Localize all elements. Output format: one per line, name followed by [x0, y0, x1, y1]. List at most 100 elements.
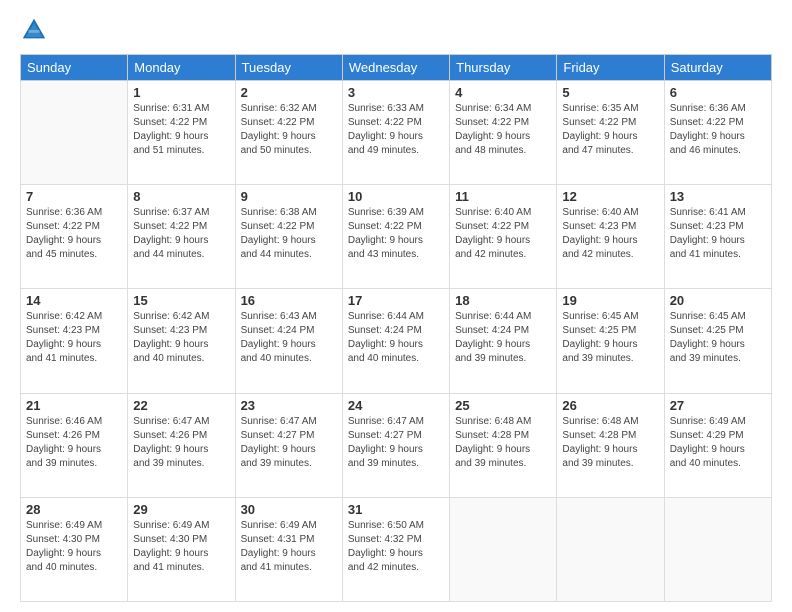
- calendar-cell-week4-day3: 23 Sunrise: 6:47 AM Sunset: 4:27 PM Dayli…: [235, 393, 342, 497]
- day-info: Sunrise: 6:42 AM Sunset: 4:23 PM Dayligh…: [26, 310, 122, 366]
- day-info: Sunrise: 6:35 AM Sunset: 4:22 PM Dayligh…: [562, 102, 658, 158]
- day-number: 28: [26, 502, 122, 517]
- page: SundayMondayTuesdayWednesdayThursdayFrid…: [0, 0, 792, 612]
- calendar-week-2: 7Sunrise: 6:36 AM Sunset: 4:22 PM Daylig…: [21, 185, 772, 289]
- calendar-cell-week3-day5: 18 Sunrise: 6:44 AM Sunset: 4:24 PM Dayli…: [450, 289, 557, 393]
- calendar-cell-week4-day6: 26 Sunrise: 6:48 AM Sunset: 4:28 PM Dayli…: [557, 393, 664, 497]
- day-info: Sunrise: 6:49 AM Sunset: 4:29 PM Dayligh…: [670, 415, 766, 471]
- day-number: 6: [670, 85, 766, 100]
- day-number: 20: [670, 293, 766, 308]
- day-info: Sunrise: 6:49 AM Sunset: 4:30 PM Dayligh…: [26, 519, 122, 575]
- day-number: 1: [133, 85, 229, 100]
- day-info: Sunrise: 6:48 AM Sunset: 4:28 PM Dayligh…: [562, 415, 658, 471]
- day-info: Sunrise: 6:48 AM Sunset: 4:28 PM Dayligh…: [455, 415, 551, 471]
- calendar-header-row: SundayMondayTuesdayWednesdayThursdayFrid…: [21, 55, 772, 81]
- calendar-cell-week3-day3: 16 Sunrise: 6:43 AM Sunset: 4:24 PM Dayli…: [235, 289, 342, 393]
- day-number: 2: [241, 85, 337, 100]
- day-info: Sunrise: 6:32 AM Sunset: 4:22 PM Dayligh…: [241, 102, 337, 158]
- calendar-header-thursday: Thursday: [450, 55, 557, 81]
- calendar-cell-week5-day6: [557, 497, 664, 601]
- day-number: 15: [133, 293, 229, 308]
- calendar-cell-week3-day6: 19 Sunrise: 6:45 AM Sunset: 4:25 PM Dayli…: [557, 289, 664, 393]
- day-info: Sunrise: 6:42 AM Sunset: 4:23 PM Dayligh…: [133, 310, 229, 366]
- day-info: Sunrise: 6:43 AM Sunset: 4:24 PM Dayligh…: [241, 310, 337, 366]
- calendar-cell-week3-day7: 20 Sunrise: 6:45 AM Sunset: 4:25 PM Dayli…: [664, 289, 771, 393]
- calendar-cell-week1-day6: 5 Sunrise: 6:35 AM Sunset: 4:22 PM Daylig…: [557, 81, 664, 185]
- day-number: 11: [455, 189, 551, 204]
- day-number: 12: [562, 189, 658, 204]
- day-info: Sunrise: 6:49 AM Sunset: 4:31 PM Dayligh…: [241, 519, 337, 575]
- calendar-cell-week2-day1: 7Sunrise: 6:36 AM Sunset: 4:22 PM Daylig…: [21, 185, 128, 289]
- day-info: Sunrise: 6:31 AM Sunset: 4:22 PM Dayligh…: [133, 102, 229, 158]
- day-number: 18: [455, 293, 551, 308]
- day-info: Sunrise: 6:36 AM Sunset: 4:22 PM Dayligh…: [670, 102, 766, 158]
- day-info: Sunrise: 6:47 AM Sunset: 4:27 PM Dayligh…: [241, 415, 337, 471]
- day-number: 19: [562, 293, 658, 308]
- calendar-cell-week5-day3: 30 Sunrise: 6:49 AM Sunset: 4:31 PM Dayli…: [235, 497, 342, 601]
- day-number: 23: [241, 398, 337, 413]
- calendar-table: SundayMondayTuesdayWednesdayThursdayFrid…: [20, 54, 772, 602]
- day-info: Sunrise: 6:38 AM Sunset: 4:22 PM Dayligh…: [241, 206, 337, 262]
- day-number: 30: [241, 502, 337, 517]
- calendar-cell-week4-day7: 27 Sunrise: 6:49 AM Sunset: 4:29 PM Dayli…: [664, 393, 771, 497]
- day-number: 7: [26, 189, 122, 204]
- calendar-cell-week1-day5: 4Sunrise: 6:34 AM Sunset: 4:22 PM Daylig…: [450, 81, 557, 185]
- day-info: Sunrise: 6:45 AM Sunset: 4:25 PM Dayligh…: [562, 310, 658, 366]
- calendar-cell-week2-day4: 10Sunrise: 6:39 AM Sunset: 4:22 PM Dayli…: [342, 185, 449, 289]
- day-info: Sunrise: 6:49 AM Sunset: 4:30 PM Dayligh…: [133, 519, 229, 575]
- day-info: Sunrise: 6:45 AM Sunset: 4:25 PM Dayligh…: [670, 310, 766, 366]
- calendar-header-monday: Monday: [128, 55, 235, 81]
- day-number: 26: [562, 398, 658, 413]
- calendar-header-wednesday: Wednesday: [342, 55, 449, 81]
- day-info: Sunrise: 6:37 AM Sunset: 4:22 PM Dayligh…: [133, 206, 229, 262]
- header: [20, 16, 772, 44]
- logo: [20, 16, 50, 44]
- calendar-header-tuesday: Tuesday: [235, 55, 342, 81]
- day-info: Sunrise: 6:47 AM Sunset: 4:27 PM Dayligh…: [348, 415, 444, 471]
- day-number: 3: [348, 85, 444, 100]
- calendar-cell-week4-day4: 24 Sunrise: 6:47 AM Sunset: 4:27 PM Dayli…: [342, 393, 449, 497]
- day-info: Sunrise: 6:50 AM Sunset: 4:32 PM Dayligh…: [348, 519, 444, 575]
- day-number: 16: [241, 293, 337, 308]
- calendar-cell-week4-day1: 21Sunrise: 6:46 AM Sunset: 4:26 PM Dayli…: [21, 393, 128, 497]
- day-info: Sunrise: 6:40 AM Sunset: 4:23 PM Dayligh…: [562, 206, 658, 262]
- calendar-cell-week1-day2: 1 Sunrise: 6:31 AM Sunset: 4:22 PM Daylig…: [128, 81, 235, 185]
- calendar-cell-week4-day2: 22Sunrise: 6:47 AM Sunset: 4:26 PM Dayli…: [128, 393, 235, 497]
- day-number: 29: [133, 502, 229, 517]
- day-number: 22: [133, 398, 229, 413]
- calendar-header-friday: Friday: [557, 55, 664, 81]
- calendar-cell-week1-day4: 3 Sunrise: 6:33 AM Sunset: 4:22 PM Daylig…: [342, 81, 449, 185]
- calendar-cell-week3-day1: 14 Sunrise: 6:42 AM Sunset: 4:23 PM Dayli…: [21, 289, 128, 393]
- calendar-cell-week2-day6: 12 Sunrise: 6:40 AM Sunset: 4:23 PM Dayli…: [557, 185, 664, 289]
- day-number: 25: [455, 398, 551, 413]
- calendar-cell-week1-day7: 6 Sunrise: 6:36 AM Sunset: 4:22 PM Daylig…: [664, 81, 771, 185]
- calendar-week-5: 28 Sunrise: 6:49 AM Sunset: 4:30 PM Dayli…: [21, 497, 772, 601]
- calendar-cell-week4-day5: 25 Sunrise: 6:48 AM Sunset: 4:28 PM Dayli…: [450, 393, 557, 497]
- day-number: 14: [26, 293, 122, 308]
- calendar-cell-week5-day5: [450, 497, 557, 601]
- day-number: 24: [348, 398, 444, 413]
- calendar-cell-week1-day1: [21, 81, 128, 185]
- day-info: Sunrise: 6:46 AM Sunset: 4:26 PM Dayligh…: [26, 415, 122, 471]
- day-info: Sunrise: 6:44 AM Sunset: 4:24 PM Dayligh…: [348, 310, 444, 366]
- day-info: Sunrise: 6:41 AM Sunset: 4:23 PM Dayligh…: [670, 206, 766, 262]
- calendar-week-4: 21Sunrise: 6:46 AM Sunset: 4:26 PM Dayli…: [21, 393, 772, 497]
- calendar-cell-week2-day7: 13 Sunrise: 6:41 AM Sunset: 4:23 PM Dayli…: [664, 185, 771, 289]
- calendar-week-1: 1 Sunrise: 6:31 AM Sunset: 4:22 PM Daylig…: [21, 81, 772, 185]
- day-number: 27: [670, 398, 766, 413]
- calendar-cell-week3-day4: 17Sunrise: 6:44 AM Sunset: 4:24 PM Dayli…: [342, 289, 449, 393]
- calendar-cell-week2-day2: 8Sunrise: 6:37 AM Sunset: 4:22 PM Daylig…: [128, 185, 235, 289]
- calendar-cell-week5-day1: 28 Sunrise: 6:49 AM Sunset: 4:30 PM Dayli…: [21, 497, 128, 601]
- day-info: Sunrise: 6:33 AM Sunset: 4:22 PM Dayligh…: [348, 102, 444, 158]
- day-number: 5: [562, 85, 658, 100]
- calendar-header-sunday: Sunday: [21, 55, 128, 81]
- day-number: 31: [348, 502, 444, 517]
- calendar-week-3: 14 Sunrise: 6:42 AM Sunset: 4:23 PM Dayli…: [21, 289, 772, 393]
- calendar-cell-week2-day3: 9 Sunrise: 6:38 AM Sunset: 4:22 PM Daylig…: [235, 185, 342, 289]
- day-info: Sunrise: 6:44 AM Sunset: 4:24 PM Dayligh…: [455, 310, 551, 366]
- day-number: 9: [241, 189, 337, 204]
- day-info: Sunrise: 6:39 AM Sunset: 4:22 PM Dayligh…: [348, 206, 444, 262]
- day-number: 4: [455, 85, 551, 100]
- day-number: 13: [670, 189, 766, 204]
- calendar-cell-week1-day3: 2 Sunrise: 6:32 AM Sunset: 4:22 PM Daylig…: [235, 81, 342, 185]
